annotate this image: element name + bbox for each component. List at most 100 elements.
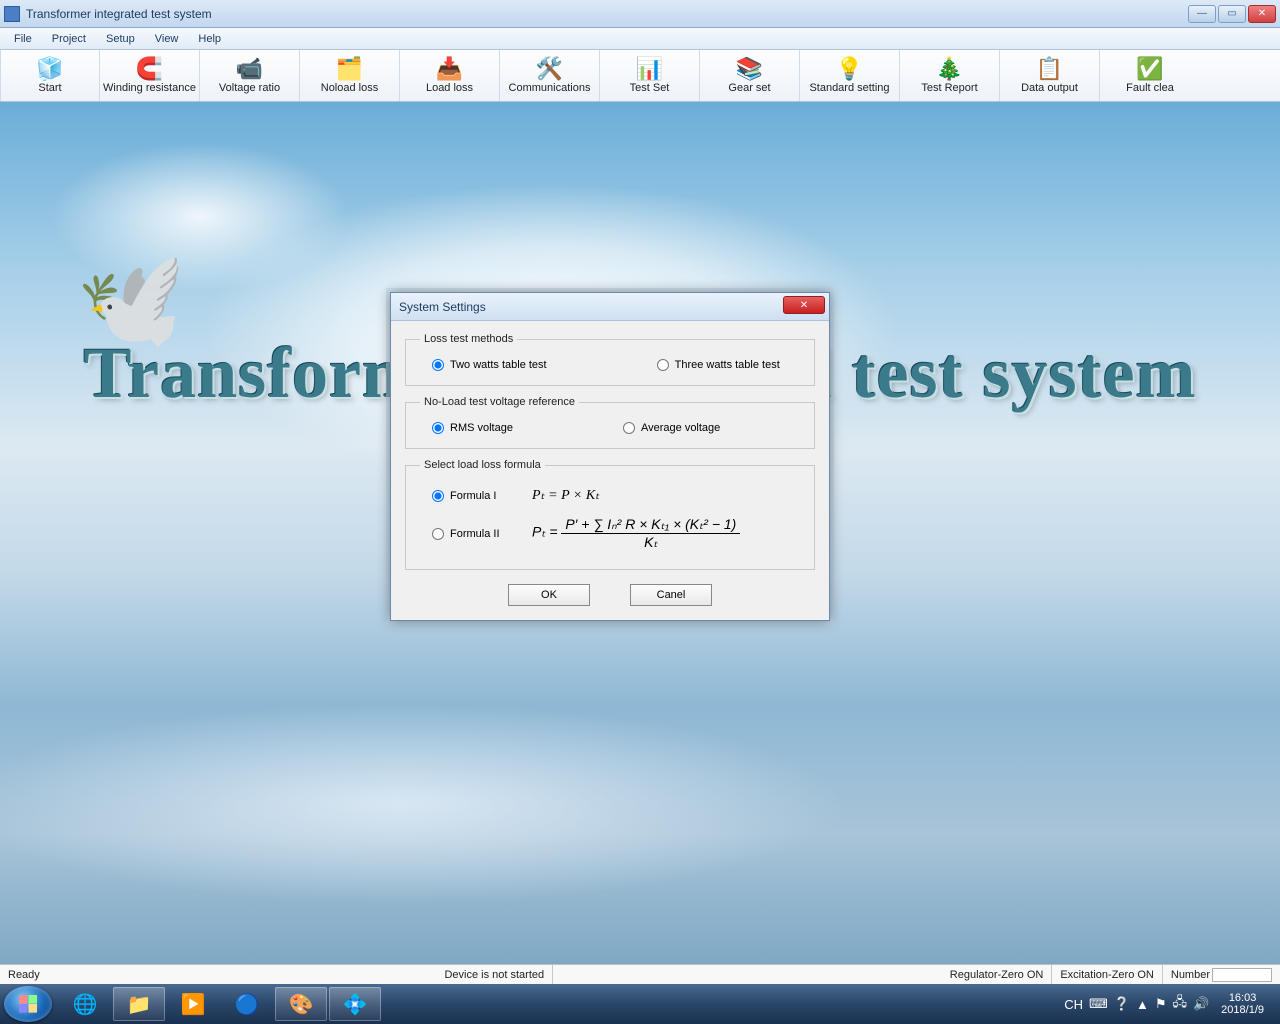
toolbar-label: Noload loss — [321, 82, 378, 94]
toolbar-label: Voltage ratio — [219, 82, 280, 94]
network-icon[interactable]: 🖧 — [1172, 993, 1187, 1015]
taskbar-paint[interactable]: 🎨 — [275, 987, 327, 1021]
tools-icon: 🛠️ — [536, 58, 563, 80]
chevron-up-icon[interactable]: ▲ — [1136, 997, 1149, 1012]
menu-view[interactable]: View — [145, 31, 189, 47]
status-device: Device is not started — [436, 965, 553, 984]
toolbar-label: Fault clea — [1126, 82, 1174, 94]
taskbar-browser[interactable]: 🔵 — [221, 987, 273, 1021]
radio-input[interactable] — [432, 422, 444, 434]
radio-formula-1[interactable]: Formula I — [432, 490, 532, 502]
close-button[interactable]: ✕ — [1248, 5, 1276, 23]
radio-input[interactable] — [657, 359, 669, 371]
dialog-close-button[interactable]: ✕ — [783, 296, 825, 314]
radio-label: Three watts table test — [675, 359, 780, 371]
help-icon[interactable]: ❔ — [1114, 996, 1130, 1012]
start-button[interactable] — [4, 986, 52, 1022]
toolbar-communications[interactable]: 🛠️ Communications — [500, 50, 600, 101]
toolbar-label: Winding resistance — [103, 82, 196, 94]
radio-rms-voltage[interactable]: RMS voltage — [432, 422, 513, 434]
books-icon: 📚 — [736, 58, 763, 80]
formula-denominator: Kₜ — [561, 534, 740, 551]
volume-icon[interactable]: 🔊 — [1193, 996, 1209, 1012]
folder-icon: 🗂️ — [336, 58, 363, 80]
menu-setup[interactable]: Setup — [96, 31, 145, 47]
ime-indicator[interactable]: CH — [1064, 997, 1083, 1012]
noload-voltage-ref-group: No-Load test voltage reference RMS volta… — [405, 396, 815, 449]
toolbar-label: Gear set — [728, 82, 770, 94]
dialog-title: System Settings — [399, 300, 486, 314]
toolbar-test-report[interactable]: 🎄Test Report — [900, 50, 1000, 101]
cube-icon: 🧊 — [36, 58, 63, 80]
toolbar-start[interactable]: 🧊 Start — [0, 50, 100, 101]
radio-label: RMS voltage — [450, 422, 513, 434]
menu-project[interactable]: Project — [42, 31, 96, 47]
toolbar-gear-set[interactable]: 📚 Gear set — [700, 50, 800, 101]
flag-icon[interactable]: ⚑ — [1155, 996, 1167, 1012]
toolbar-winding-resistance[interactable]: 🧲Winding resistance — [100, 50, 200, 101]
system-tray: CH ⌨ ❔ ▲ ⚑ 🖧 🔊 16:03 2018/1/9 — [1064, 990, 1276, 1018]
radio-input[interactable] — [432, 528, 444, 540]
toolbar-label: Start — [38, 82, 61, 94]
toolbar-standard-setting[interactable]: 💡Standard setting — [800, 50, 900, 101]
group-legend: Select load loss formula — [420, 459, 545, 471]
loss-test-methods-group: Loss test methods Two watts table test T… — [405, 333, 815, 386]
cloud-decor — [0, 704, 850, 904]
group-legend: Loss test methods — [420, 333, 517, 345]
menu-help[interactable]: Help — [188, 31, 231, 47]
main-background: 🕊️ Transformer integrated test system Sy… — [0, 102, 1280, 964]
minimize-button[interactable]: — — [1188, 5, 1216, 23]
app-icon — [4, 6, 20, 22]
menu-bar: File Project Setup View Help — [0, 28, 1280, 50]
radio-input[interactable] — [432, 359, 444, 371]
bulb-icon: 💡 — [836, 58, 863, 80]
radio-label: Average voltage — [641, 422, 720, 434]
status-regulator: Regulator-Zero ON — [942, 965, 1053, 984]
dialog-titlebar[interactable]: System Settings ✕ — [391, 293, 829, 321]
taskbar-ie[interactable]: 🌐 — [59, 987, 111, 1021]
radio-formula-2[interactable]: Formula II — [432, 528, 532, 540]
window-titlebar: Transformer integrated test system — ▭ ✕ — [0, 0, 1280, 28]
radio-two-watts[interactable]: Two watts table test — [432, 359, 547, 371]
inbox-icon: 📥 — [436, 58, 463, 80]
toolbar-load-loss[interactable]: 📥 Load loss — [400, 50, 500, 101]
radio-input[interactable] — [432, 490, 444, 502]
toolbar-test-set[interactable]: 📊Test Set — [600, 50, 700, 101]
ok-button[interactable]: OK — [508, 584, 590, 606]
taskbar-clock[interactable]: 16:03 2018/1/9 — [1215, 990, 1270, 1018]
toolbar-label: Data output — [1021, 82, 1078, 94]
camera-icon: 📹 — [236, 58, 263, 80]
group-legend: No-Load test voltage reference — [420, 396, 579, 408]
toolbar-label: Load loss — [426, 82, 473, 94]
taskbar-explorer[interactable]: 📁 — [113, 987, 165, 1021]
toolbar-voltage-ratio[interactable]: 📹 Voltage ratio — [200, 50, 300, 101]
radio-average-voltage[interactable]: Average voltage — [623, 422, 720, 434]
toolbar-label: Test Set — [630, 82, 670, 94]
toolbar-fault-clear[interactable]: ✅ Fault clea — [1100, 50, 1200, 101]
taskbar-app[interactable]: 💠 — [329, 987, 381, 1021]
cancel-button[interactable]: Canel — [630, 584, 712, 606]
toolbar-data-output[interactable]: 📋 Data output — [1000, 50, 1100, 101]
load-loss-formula-group: Select load loss formula Formula I Pₜ = … — [405, 459, 815, 570]
taskbar-media[interactable]: ▶️ — [167, 987, 219, 1021]
status-bar: Ready Device is not started Regulator-Ze… — [0, 964, 1280, 984]
formula-numerator: P′ + ∑ Iₙ² R × Kₜ₁ × (Kₜ² − 1) — [561, 516, 740, 534]
radio-three-watts[interactable]: Three watts table test — [657, 359, 780, 371]
toolbar-label: Test Report — [921, 82, 977, 94]
window-title: Transformer integrated test system — [26, 7, 1188, 21]
formula-2-math: Pₜ = P′ + ∑ Iₙ² R × Kₜ₁ × (Kₜ² − 1) Kₜ — [532, 516, 740, 551]
shield-icon: ✅ — [1136, 58, 1163, 80]
menu-file[interactable]: File — [4, 31, 42, 47]
formula-lhs: Pₜ = — [532, 524, 561, 540]
keyboard-icon[interactable]: ⌨ — [1089, 996, 1108, 1012]
number-label: Number — [1171, 969, 1210, 981]
toolbar-noload-loss[interactable]: 🗂️ Noload loss — [300, 50, 400, 101]
toolbar: 🧊 Start 🧲Winding resistance 📹 Voltage rati… — [0, 50, 1280, 102]
clock-date: 2018/1/9 — [1221, 1004, 1264, 1016]
radio-input[interactable] — [623, 422, 635, 434]
clipboard-icon: 📋 — [1036, 58, 1063, 80]
maximize-button[interactable]: ▭ — [1218, 5, 1246, 23]
status-number-label: Number — [1163, 965, 1280, 984]
toolbar-label: Communications — [509, 82, 591, 94]
number-box — [1212, 968, 1272, 982]
